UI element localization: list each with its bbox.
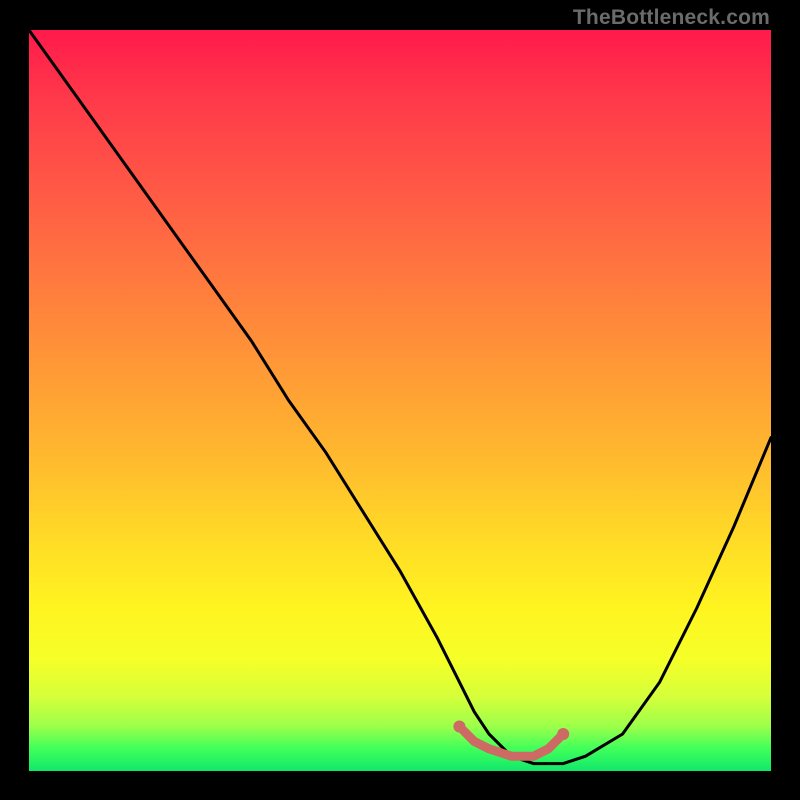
plot-area — [29, 30, 771, 771]
curve-layer — [29, 30, 771, 771]
valley-highlight-segment — [459, 727, 563, 757]
watermark-text: TheBottleneck.com — [573, 6, 770, 30]
chart-frame: TheBottleneck.com — [0, 0, 800, 800]
valley-dot-right — [557, 728, 569, 740]
valley-dot-left — [453, 721, 465, 733]
bottleneck-curve — [29, 30, 771, 764]
